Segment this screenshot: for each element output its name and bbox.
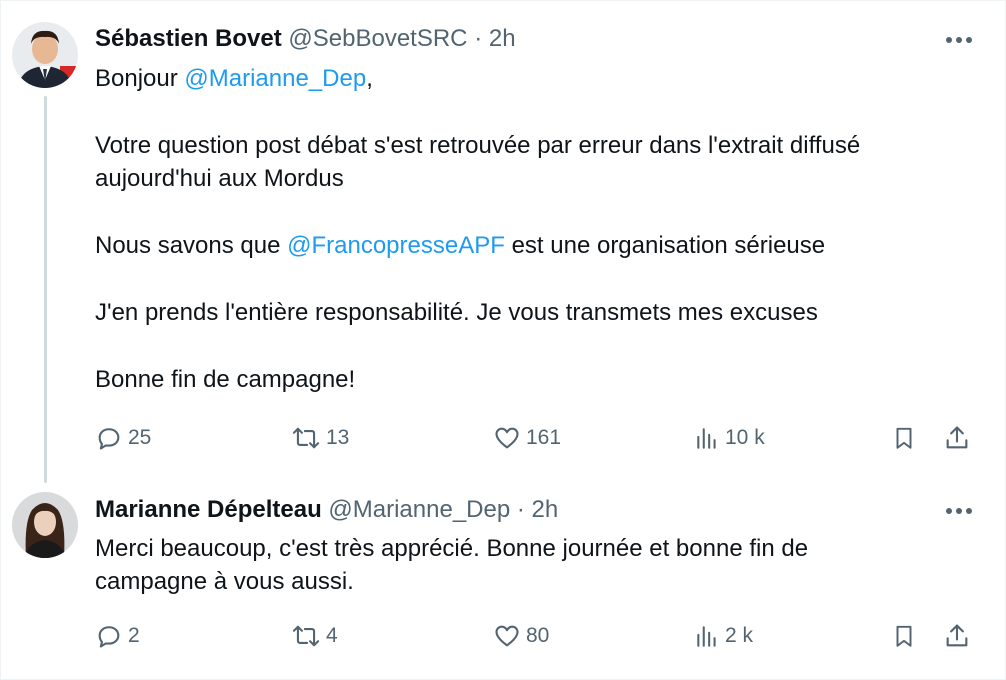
body-paragraph: Merci beaucoup, c'est très apprécié. Bon… xyxy=(95,535,809,595)
body-paragraph: Votre question post débat s'est retrouvé… xyxy=(95,132,861,192)
more-icon xyxy=(946,37,972,43)
tweet-header: Marianne Dépelteau @Marianne_Dep · 2h xyxy=(95,495,558,525)
mention-link[interactable]: @Marianne_Dep xyxy=(184,65,366,92)
repost-button[interactable]: 13 xyxy=(291,420,349,456)
more-options-button[interactable] xyxy=(942,25,976,55)
bookmark-button[interactable] xyxy=(891,420,917,456)
bookmark-icon xyxy=(896,625,912,647)
author-name[interactable]: Sébastien Bovet xyxy=(95,25,282,52)
views-count: 2 k xyxy=(725,624,754,647)
tweet-header: Sébastien Bovet @SebBovetSRC · 2h xyxy=(95,24,516,54)
tweet-actions: 2 4 80 2 k xyxy=(0,618,1006,654)
mention-link[interactable]: @FrancopresseAPF xyxy=(287,232,505,259)
views-button[interactable]: 2 k xyxy=(694,618,753,654)
body-text: , xyxy=(366,65,373,92)
separator-dot: · xyxy=(516,496,525,523)
views-button[interactable]: 10 k xyxy=(694,420,765,456)
more-icon xyxy=(946,508,972,514)
body-paragraph: J'en prends l'entière responsabilité. Je… xyxy=(95,299,818,326)
share-icon xyxy=(946,426,968,449)
timestamp[interactable]: 2h xyxy=(489,25,516,52)
timestamp[interactable]: 2h xyxy=(532,496,559,523)
like-count: 80 xyxy=(526,624,550,647)
repost-count: 13 xyxy=(326,426,350,449)
tweet-actions: 25 13 161 10 k xyxy=(0,420,1006,456)
tweet-body: Merci beaucoup, c'est très apprécié. Bon… xyxy=(95,532,915,598)
reply-button[interactable]: 25 xyxy=(95,420,151,456)
author-name[interactable]: Marianne Dépelteau xyxy=(95,496,322,523)
body-paragraph: Bonne fin de campagne! xyxy=(95,366,356,393)
body-text: Nous savons que xyxy=(95,232,288,259)
author-handle[interactable]: @SebBovetSRC xyxy=(288,25,467,52)
repost-count: 4 xyxy=(326,624,338,647)
author-handle[interactable]: @Marianne_Dep xyxy=(328,496,510,523)
like-button[interactable]: 161 xyxy=(493,420,561,456)
like-icon xyxy=(495,427,519,449)
repost-button[interactable]: 4 xyxy=(291,618,338,654)
reply-button[interactable]: 2 xyxy=(95,618,140,654)
avatar-marianne-depelteau[interactable] xyxy=(12,492,78,558)
body-text: Bonjour xyxy=(95,65,185,92)
separator-dot: · xyxy=(474,25,483,52)
reply-count: 25 xyxy=(128,426,152,449)
like-icon xyxy=(495,625,519,647)
tweet-marianne-depelteau[interactable]: Marianne Dépelteau @Marianne_Dep · 2h Me… xyxy=(0,480,1006,680)
share-button[interactable] xyxy=(943,420,971,456)
body-text: est une organisation sérieuse xyxy=(504,232,826,259)
reply-icon xyxy=(98,428,120,450)
bookmark-button[interactable] xyxy=(891,618,917,654)
share-button[interactable] xyxy=(943,618,971,654)
repost-icon xyxy=(292,427,320,449)
tweet-sebastien-bovet[interactable]: Sébastien Bovet @SebBovetSRC · 2h Bonjou… xyxy=(0,0,1006,480)
tweet-body: Bonjour @Marianne_Dep, Votre question po… xyxy=(95,62,975,396)
views-icon xyxy=(697,428,716,449)
share-icon xyxy=(946,624,968,647)
like-button[interactable]: 80 xyxy=(493,618,549,654)
avatar-sebastien-bovet[interactable] xyxy=(12,22,78,88)
repost-icon xyxy=(292,625,320,647)
views-icon xyxy=(697,626,716,647)
reply-count: 2 xyxy=(128,624,140,647)
bookmark-icon xyxy=(896,427,912,449)
like-count: 161 xyxy=(526,426,562,449)
reply-icon xyxy=(98,626,120,648)
views-count: 10 k xyxy=(725,426,765,449)
more-options-button[interactable] xyxy=(942,496,976,526)
